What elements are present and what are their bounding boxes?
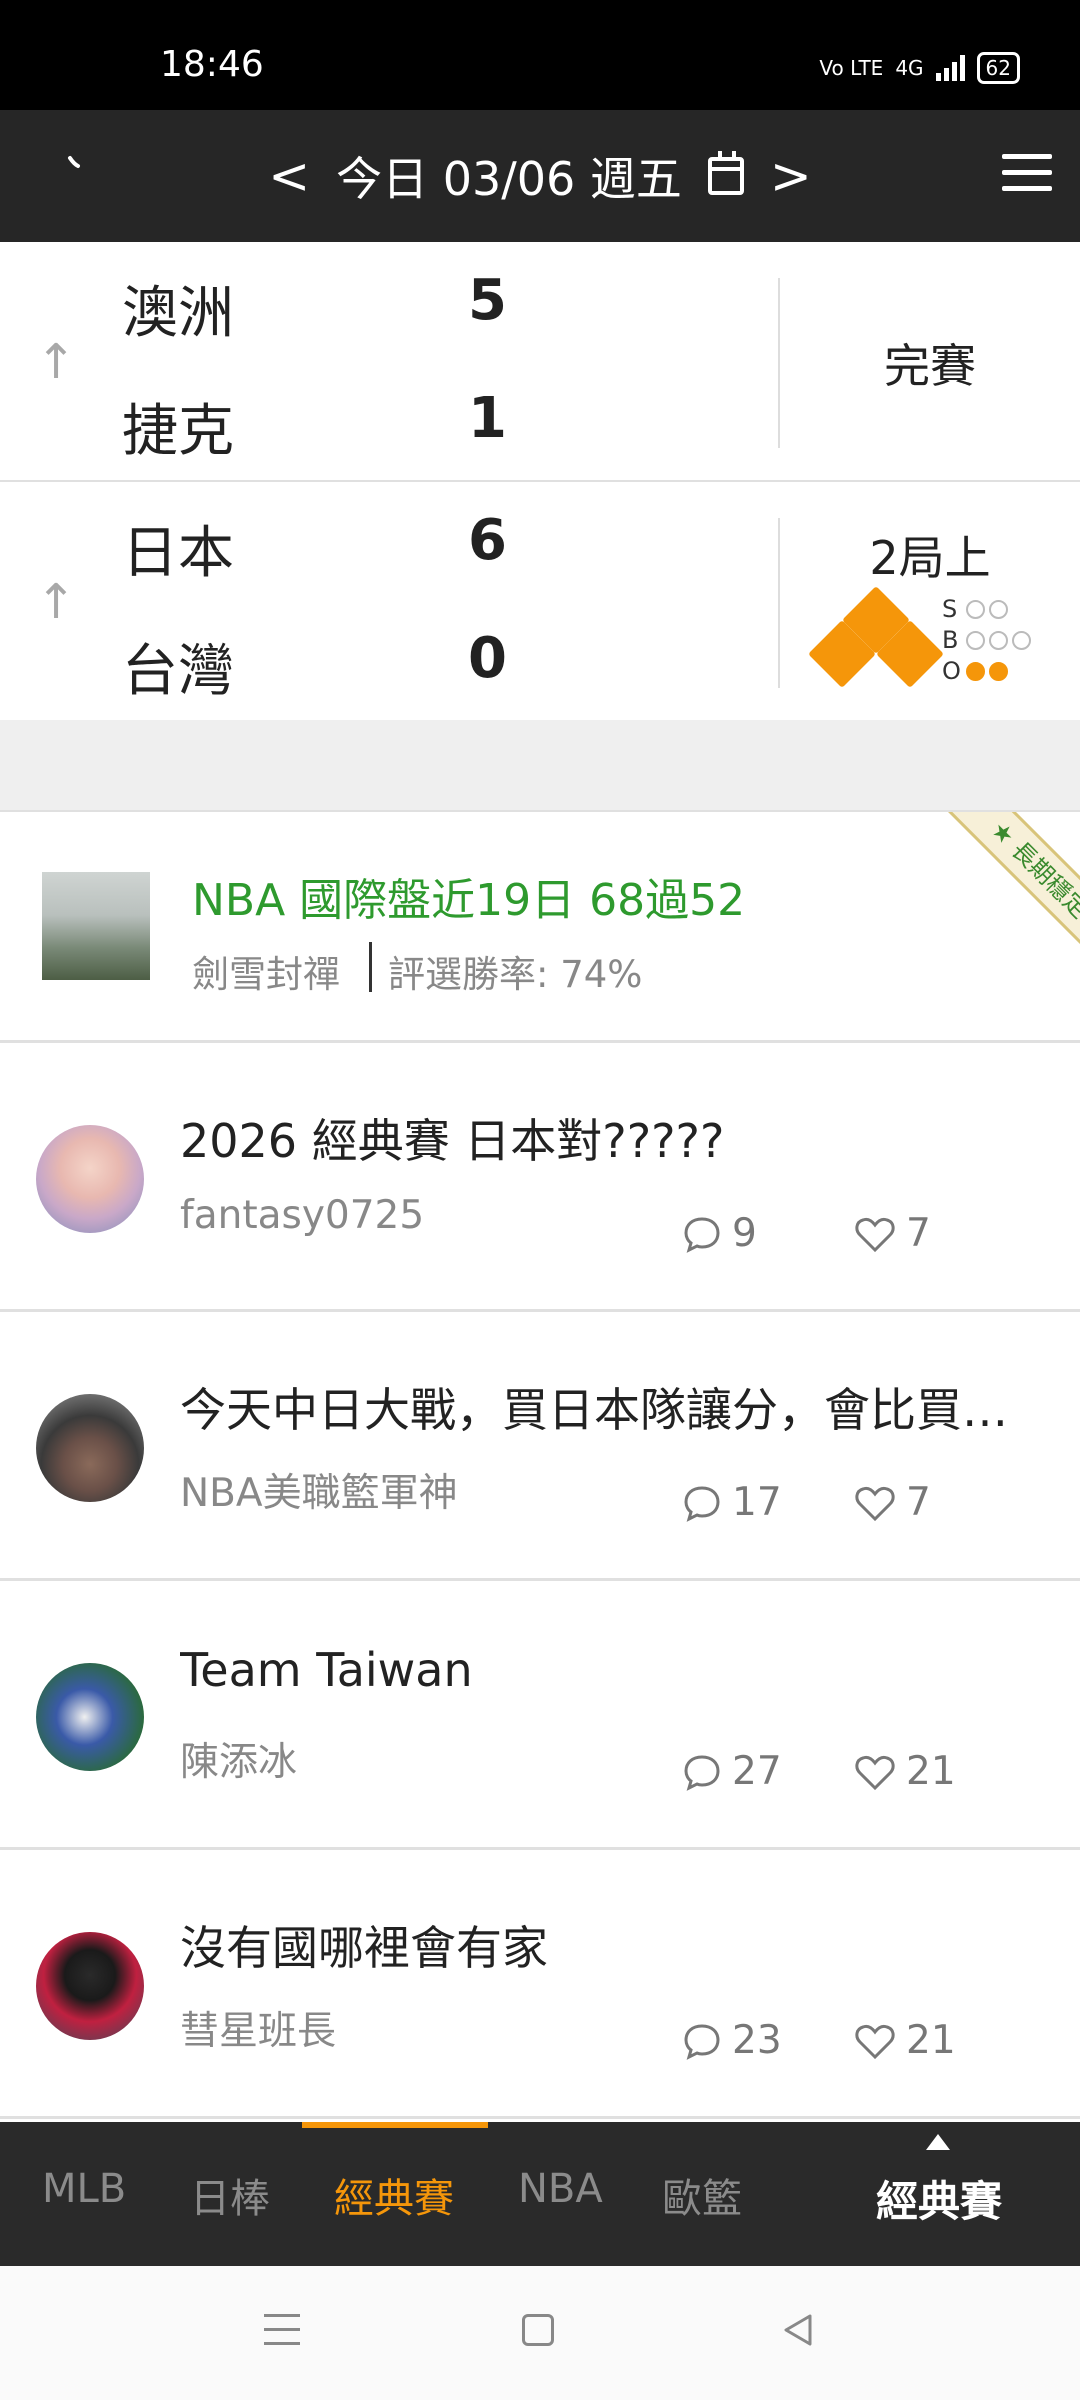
battery-icon: 62	[976, 52, 1020, 84]
game-inning: 2局上	[869, 531, 991, 585]
menu-icon[interactable]	[1002, 154, 1052, 194]
strike-label: S	[942, 595, 958, 623]
comment-count: 23	[682, 2018, 782, 2063]
like-count: 7	[854, 1211, 931, 1256]
team-name: 澳洲	[122, 281, 234, 346]
volte-indicator: Vo LTE	[819, 56, 884, 80]
tab-euroleague[interactable]: 歐籃	[662, 2166, 742, 2224]
bso-count: S B O	[942, 594, 1031, 687]
post-item[interactable]: 今天中日大戰，買日本隊讓分，會比買… NBA美職籃軍神 17 7	[0, 1312, 1080, 1581]
system-nav-bar	[0, 2266, 1080, 2400]
promo-thumbnail	[42, 872, 150, 980]
team-score: 0	[468, 626, 507, 691]
heart-icon	[855, 1217, 895, 1252]
like-count-value: 7	[906, 1211, 931, 1256]
promo-win-rate: 評選勝率: 74%	[388, 953, 643, 996]
comment-count: 27	[682, 1749, 782, 1794]
game-row[interactable]: ↑ 澳洲 5 捷克 1 完賽	[0, 242, 1080, 483]
comment-count-value: 17	[732, 1480, 782, 1525]
post-author: NBA美職籃軍神	[180, 1471, 458, 1516]
league-tab-bar: MLB 日棒 經典賽 NBA 歐籃 經典賽	[0, 2122, 1080, 2266]
team-score: 6	[468, 508, 507, 573]
status-indicators: Vo LTE 4G 62	[819, 52, 1020, 84]
tab-nba[interactable]: NBA	[518, 2166, 603, 2212]
like-count: 21	[854, 1749, 956, 1794]
promo-card[interactable]: NBA 國際盤近19日 68過52 劍雪封禪 評選勝率: 74% ★ 長期穩定 …	[0, 812, 1080, 1043]
promo-author: 劍雪封禪	[192, 953, 340, 996]
comment-icon	[684, 2023, 720, 2060]
like-count: 7	[854, 1480, 931, 1525]
post-author: 彗星班長	[180, 2009, 337, 2054]
team-score: 5	[468, 268, 507, 333]
like-count-value: 21	[906, 1749, 956, 1794]
comment-icon	[684, 1216, 720, 1253]
heart-icon	[855, 2024, 895, 2059]
promo-title: NBA 國際盤近19日 68過52	[192, 875, 746, 926]
comment-count: 17	[682, 1480, 782, 1525]
arrow-up-icon[interactable]: ↑	[36, 574, 76, 630]
comment-count-value: 23	[732, 2018, 782, 2063]
status-time: 18:46	[160, 44, 264, 85]
comment-icon	[684, 1485, 720, 1522]
avatar	[36, 1125, 144, 1233]
top-bar: < 今日 03/06 週五 >	[0, 110, 1080, 242]
heart-icon	[855, 1486, 895, 1521]
status-bar: 18:46 Vo LTE 4G 62	[0, 0, 1080, 110]
post-title: 沒有國哪裡會有家	[180, 1921, 548, 1975]
avatar	[36, 1394, 144, 1502]
post-author: 陳添冰	[180, 1740, 298, 1785]
comment-count-value: 27	[732, 1749, 782, 1794]
team-name: 日本	[122, 521, 234, 586]
calendar-icon[interactable]	[707, 151, 744, 195]
recent-apps-icon[interactable]	[264, 2314, 300, 2356]
current-league-selector[interactable]: 經典賽	[876, 2168, 1002, 2229]
prev-day-button[interactable]: <	[268, 147, 310, 205]
comment-count: 9	[682, 1211, 757, 1256]
date-selector: < 今日 03/06 週五 >	[0, 110, 1080, 242]
post-title: 今天中日大戰，買日本隊讓分，會比買…	[180, 1383, 1008, 1437]
back-icon[interactable]	[780, 2312, 816, 2348]
avatar	[36, 1663, 144, 1771]
loading-icon	[68, 156, 80, 168]
post-item[interactable]: Team Taiwan 陳添冰 27 21	[0, 1581, 1080, 1850]
like-count: 21	[854, 2018, 956, 2063]
section-spacer	[0, 720, 1080, 812]
post-author: fantasy0725	[180, 1193, 425, 1238]
ribbon-text: 長期穩定	[1006, 836, 1080, 924]
bases-diamond-icon	[808, 586, 944, 688]
promo-ribbon: ★ 長期穩定 ★	[941, 812, 1080, 989]
out-label: O	[942, 657, 961, 685]
game-status: 完賽	[884, 339, 976, 393]
heart-icon	[855, 1755, 895, 1790]
divider	[369, 942, 372, 992]
tab-npb[interactable]: 日棒	[190, 2166, 270, 2224]
tab-wbc[interactable]: 經典賽	[334, 2166, 454, 2224]
post-item[interactable]: 2026 經典賽 日本對????? fantasy0725 9 7	[0, 1043, 1080, 1312]
comment-icon	[684, 1754, 720, 1791]
home-icon[interactable]	[522, 2314, 554, 2346]
like-count-value: 7	[906, 1480, 931, 1525]
caret-up-icon[interactable]	[926, 2134, 950, 2150]
team-score: 1	[468, 386, 507, 451]
signal-icon	[935, 55, 965, 81]
like-count-value: 21	[906, 2018, 956, 2063]
tab-mlb[interactable]: MLB	[42, 2166, 126, 2212]
comment-count-value: 9	[732, 1211, 757, 1256]
network-type: 4G	[895, 56, 924, 80]
team-name: 台灣	[122, 639, 234, 704]
next-day-button[interactable]: >	[770, 147, 812, 205]
arrow-up-icon[interactable]: ↑	[36, 334, 76, 390]
team-name: 捷克	[122, 399, 234, 464]
avatar	[36, 1932, 144, 2040]
post-title: Team Taiwan	[180, 1643, 473, 1697]
date-label[interactable]: 今日 03/06 週五	[336, 143, 682, 209]
active-tab-indicator	[302, 2122, 488, 2128]
post-item[interactable]: 沒有國哪裡會有家 彗星班長 23 21	[0, 1850, 1080, 2119]
post-title: 2026 經典賽 日本對?????	[180, 1114, 725, 1168]
ball-label: B	[942, 626, 959, 654]
